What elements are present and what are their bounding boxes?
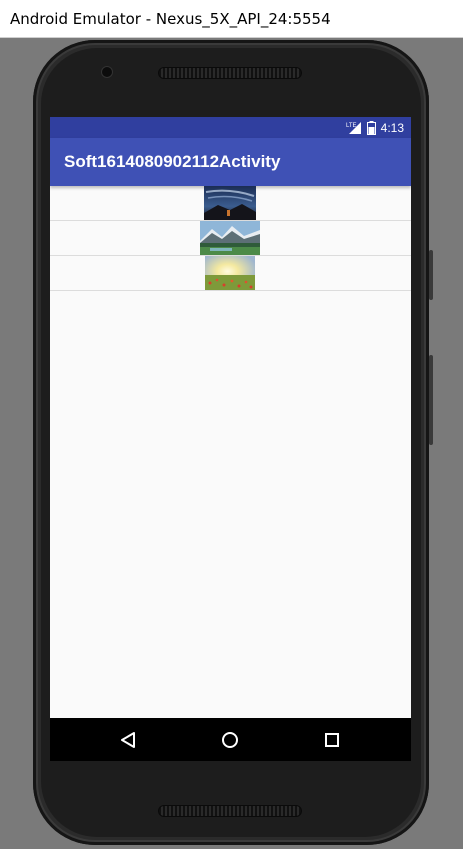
emulator-window-title: Android Emulator - Nexus_5X_API_24:5554 [10, 10, 331, 28]
list-item[interactable] [50, 186, 411, 221]
device-screen: LTE 4:13 Soft1614080902112Activity [50, 117, 411, 761]
bottom-speaker [158, 805, 302, 817]
lte-signal-icon: LTE [346, 121, 361, 134]
list-item[interactable] [50, 221, 411, 256]
top-speaker [158, 67, 302, 79]
status-time: 4:13 [380, 120, 404, 135]
battery-icon [366, 120, 376, 135]
home-button[interactable] [217, 727, 243, 753]
back-button[interactable] [115, 727, 141, 753]
recents-button[interactable] [319, 727, 345, 753]
app-toolbar: Soft1614080902112Activity [50, 138, 411, 186]
mountain-lake-image [200, 221, 260, 255]
svg-text:LTE: LTE [346, 123, 357, 129]
back-triangle-icon [121, 732, 135, 748]
night-sky-image [204, 186, 256, 220]
front-camera-icon [102, 67, 112, 77]
image-list[interactable] [50, 186, 411, 291]
emulator-title-bar: Android Emulator - Nexus_5X_API_24:5554 [0, 0, 463, 38]
sunny-flower-field-image [205, 256, 255, 290]
list-item[interactable] [50, 256, 411, 291]
status-bar: LTE 4:13 [50, 117, 411, 138]
recents-square-icon [325, 733, 339, 747]
home-circle-icon [222, 732, 238, 748]
navigation-bar [50, 718, 411, 761]
activity-title: Soft1614080902112Activity [64, 152, 281, 171]
volume-button[interactable] [429, 355, 433, 445]
power-button[interactable] [429, 250, 433, 300]
